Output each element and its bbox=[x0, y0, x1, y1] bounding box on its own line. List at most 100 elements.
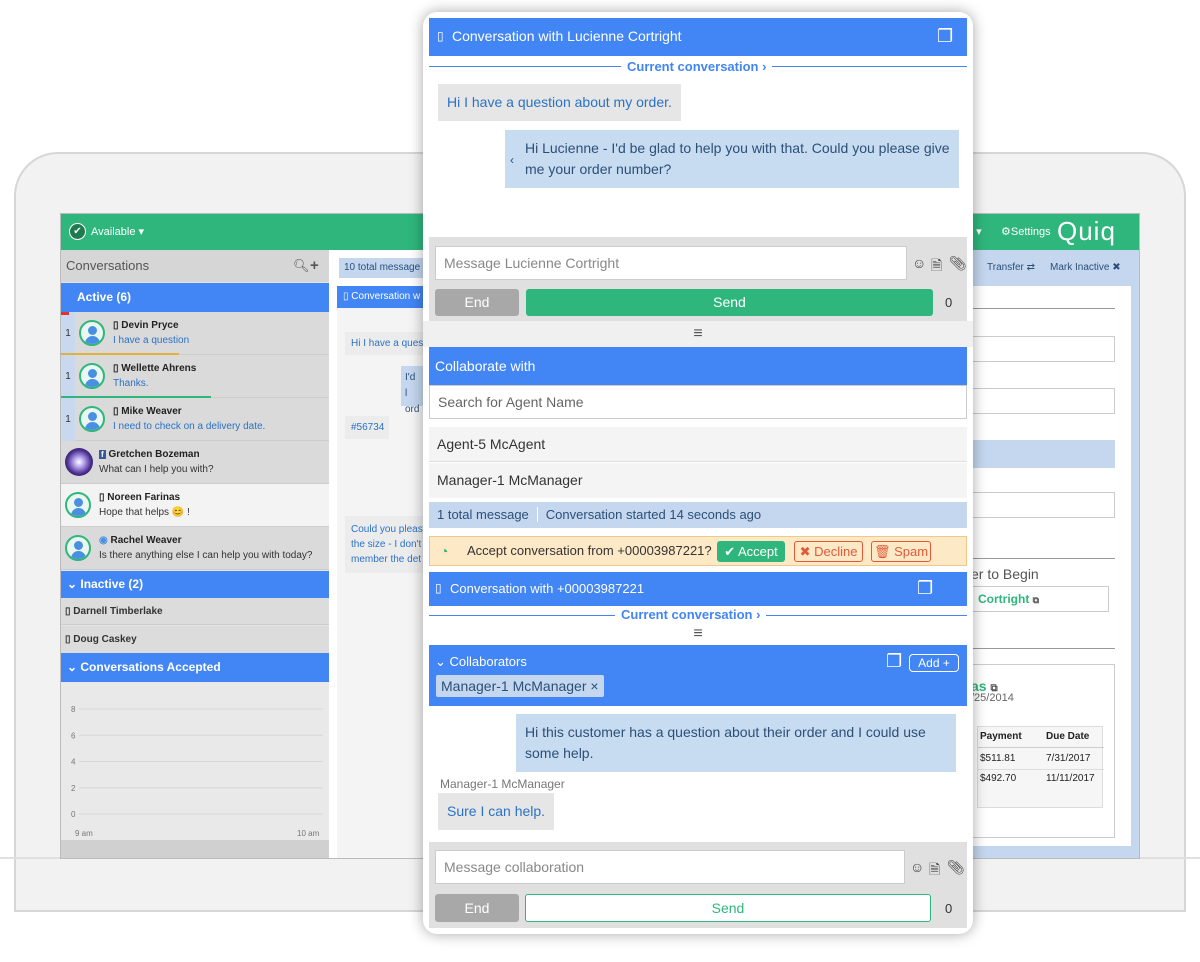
document-icon[interactable]: 🗎 bbox=[931, 255, 942, 279]
accept-question: Accept conversation from +00003987221? bbox=[467, 543, 712, 558]
conversations-header: Conversations 🔍︎ + bbox=[61, 250, 329, 282]
incoming-message: Hi I have a question about my order. bbox=[438, 84, 681, 121]
accepted-section-header[interactable]: ⌄ Conversations Accepted bbox=[61, 653, 329, 682]
avatar bbox=[65, 535, 91, 561]
document-icon[interactable]: 🗎 bbox=[929, 859, 940, 883]
begin-text: er to Begin bbox=[971, 566, 1039, 582]
copy-icon[interactable]: ❐ bbox=[937, 26, 953, 47]
drag-handle[interactable]: ≡ bbox=[423, 624, 973, 644]
copy-icon[interactable]: ❐ bbox=[886, 651, 902, 672]
conversation-item[interactable]: 1 ▯ Wellette Ahrens Thanks. bbox=[61, 355, 329, 399]
avatar bbox=[79, 320, 105, 346]
accept-button[interactable]: ✔ Accept bbox=[717, 541, 785, 562]
send-button[interactable]: Send bbox=[526, 289, 933, 316]
total-messages-label: 1 total message bbox=[437, 507, 529, 522]
decline-button[interactable]: ✖ Decline bbox=[794, 541, 863, 562]
incoming-message: Sure I can help. bbox=[438, 793, 555, 830]
add-collaborator-button[interactable]: Add + bbox=[909, 654, 959, 672]
conversation-item[interactable]: 1 ▯ Mike Weaver I need to check on a deliv… bbox=[61, 398, 329, 441]
quiq-logo: Quiq bbox=[1057, 216, 1116, 246]
paperclip-icon[interactable]: 📎︎ bbox=[947, 859, 965, 876]
conversation-item[interactable]: ◉ Rachel Weaver Is there anything else I … bbox=[61, 527, 329, 570]
contact-name: f Gretchen Bozeman bbox=[99, 449, 200, 460]
last-message: Is there anything else I can help you wi… bbox=[99, 550, 313, 561]
order-number: #56734 bbox=[345, 416, 389, 439]
check-icon: ✔ bbox=[69, 223, 86, 240]
urgent-marker bbox=[61, 312, 69, 315]
outgoing-message: Hi this customer has a question about th… bbox=[516, 714, 956, 772]
collaborator-chip[interactable]: Manager-1 McManager × bbox=[436, 675, 604, 697]
chart-svg: 8 6 4 2 0 9 am 10 am bbox=[71, 705, 323, 838]
inactive-item[interactable]: ▯ Doug Caskey bbox=[61, 626, 329, 653]
collaborators-header: ⌄ Collaborators ❐ Add + Manager-1 McMana… bbox=[429, 645, 967, 706]
input-field[interactable] bbox=[971, 388, 1115, 414]
collaborators-label[interactable]: ⌄ Collaborators bbox=[435, 654, 527, 670]
agent-search-input[interactable]: Search for Agent Name bbox=[429, 385, 967, 419]
drag-handle[interactable]: ≡ bbox=[423, 321, 973, 347]
avatar bbox=[65, 448, 93, 476]
send-button[interactable]: Send bbox=[525, 894, 931, 922]
mark-inactive-button[interactable]: Mark Inactive ✖ bbox=[1045, 258, 1133, 278]
table-header: Payment bbox=[980, 731, 1022, 742]
input-field[interactable] bbox=[971, 336, 1115, 362]
y-tick-label: 0 bbox=[71, 810, 76, 819]
phone-icon: ▯ bbox=[437, 29, 444, 43]
contact-name: ▯ Noreen Farinas bbox=[99, 492, 181, 503]
conversation-header: ▯ Conversation with Lucienne Cortright ❐ bbox=[429, 18, 967, 56]
last-message: I have a question bbox=[113, 335, 190, 346]
agent-item[interactable]: Agent-5 McAgent bbox=[429, 427, 967, 462]
current-conversation-link[interactable]: Current conversation › bbox=[615, 607, 767, 622]
chat-bubble-out: I'd l ord bbox=[401, 366, 423, 415]
chat-bubble: Could you pleas the size - I don't member … bbox=[345, 516, 423, 573]
avatar bbox=[79, 406, 105, 432]
emoji-icon[interactable]: ☺ bbox=[910, 859, 924, 875]
conversation-item[interactable]: ▯ Noreen Farinas Hope that helps 😊 ! bbox=[61, 484, 329, 527]
character-count: 0 bbox=[945, 295, 953, 310]
phone-icon: ▯ bbox=[435, 581, 442, 595]
agent-item[interactable]: Manager-1 McManager bbox=[429, 463, 967, 498]
conversation-item[interactable]: 1 ▯ Devin Pryce I have a question bbox=[61, 312, 329, 356]
current-conversation-link[interactable]: Current conversation › bbox=[621, 59, 773, 74]
end-button[interactable]: End bbox=[435, 289, 519, 316]
y-tick-label: 4 bbox=[71, 758, 76, 767]
conversation-item[interactable]: f Gretchen Bozeman What can I help you wi… bbox=[61, 441, 329, 484]
customer-date: /25/2014 bbox=[971, 692, 1014, 704]
customer-panel: Transfer ⇄ Mark Inactive ✖ er to Begin C… bbox=[971, 250, 1139, 858]
avatar bbox=[79, 363, 105, 389]
inactive-section-header[interactable]: ⌄ Inactive (2) bbox=[61, 571, 329, 598]
end-button[interactable]: End bbox=[435, 894, 519, 922]
active-section-header[interactable]: Active (6) bbox=[61, 283, 329, 312]
last-message: Thanks. bbox=[113, 378, 149, 389]
transfer-button[interactable]: Transfer ⇄ bbox=[973, 258, 1043, 278]
add-icon[interactable]: + bbox=[310, 250, 319, 282]
input-field[interactable] bbox=[971, 492, 1115, 518]
y-tick-label: 8 bbox=[71, 705, 76, 714]
customer-link[interactable]: Cortright ⧉ bbox=[971, 586, 1109, 612]
y-tick-label: 2 bbox=[71, 784, 76, 793]
unread-count: 1 bbox=[61, 355, 75, 398]
contact-name: ◉ Rachel Weaver bbox=[99, 535, 182, 546]
conversation-title: Conversation with Lucienne Cortright bbox=[452, 28, 682, 44]
message-input[interactable]: Message Lucienne Cortright bbox=[435, 246, 907, 280]
inactive-item[interactable]: ▯ Darnell Timberlake bbox=[61, 598, 329, 625]
contact-name: ▯ Devin Pryce bbox=[113, 320, 179, 331]
payment-table: Payment Due Date $511.81 7/31/2017 $492.… bbox=[977, 726, 1104, 808]
status-dropdown[interactable]: Available ▾ bbox=[91, 225, 144, 238]
sender-name: Manager-1 McManager bbox=[440, 777, 565, 791]
unread-count: 1 bbox=[61, 312, 75, 355]
emoji-icon[interactable]: ☺ bbox=[912, 255, 926, 271]
conversation-title: Conversation with +00003987221 bbox=[450, 581, 645, 596]
conversations-title: Conversations bbox=[66, 258, 150, 273]
conversations-panel: Conversations 🔍︎ + Active (6) 1 ▯ Devin P… bbox=[61, 250, 329, 858]
outgoing-message: ‹ Hi Lucienne - I'd be glad to help you w… bbox=[505, 130, 959, 188]
settings-button[interactable]: ⚙Settings bbox=[1001, 225, 1051, 238]
started-label: Conversation started 14 seconds ago bbox=[536, 507, 762, 522]
copy-icon[interactable]: ❐ bbox=[917, 578, 933, 599]
collaboration-input[interactable]: Message collaboration bbox=[435, 850, 905, 884]
conversation-tab[interactable]: ▯ Conversation w bbox=[337, 286, 423, 308]
contact-name: ▯ Mike Weaver bbox=[113, 406, 182, 417]
spam-button[interactable]: 🗑︎ Spam bbox=[871, 541, 931, 562]
unread-count: 1 bbox=[61, 398, 75, 441]
paperclip-icon[interactable]: 📎︎ bbox=[949, 255, 967, 272]
search-icon[interactable]: 🔍︎ bbox=[293, 250, 310, 282]
